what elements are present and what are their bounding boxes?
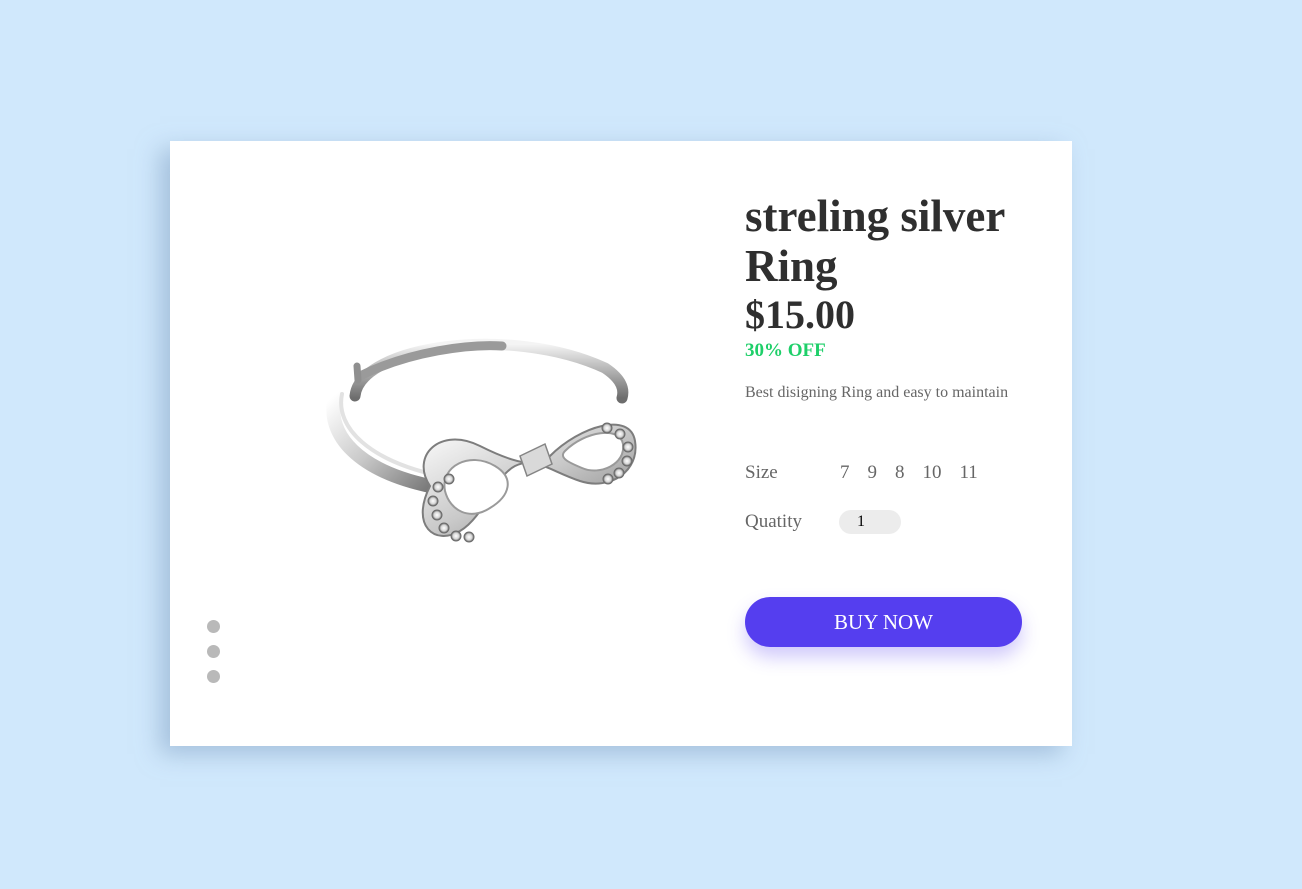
size-option-11[interactable]: 11 (960, 462, 978, 484)
product-card: streling silver Ring $15.00 30% OFF Best… (170, 141, 1072, 746)
carousel-dot[interactable] (207, 620, 220, 633)
silver-ring-icon (326, 338, 637, 543)
discount-badge: 30% OFF (745, 340, 826, 361)
buy-now-button[interactable]: BUY NOW (745, 597, 1022, 647)
quantity-row: Quatity (745, 510, 901, 534)
product-info: streling silver Ring $15.00 30% OFF Best… (745, 191, 1045, 402)
size-option-7[interactable]: 7 (840, 462, 850, 484)
carousel-dot[interactable] (207, 645, 220, 658)
quantity-label: Quatity (745, 511, 802, 532)
size-label: Size (745, 462, 778, 483)
size-option-8[interactable]: 8 (895, 462, 905, 484)
quantity-input[interactable] (839, 510, 901, 534)
size-option-10[interactable]: 10 (923, 462, 942, 484)
size-option-9[interactable]: 9 (868, 462, 878, 484)
product-title: streling silver Ring (745, 191, 1005, 291)
product-price: $15.00 (745, 292, 855, 337)
size-selector: Size 7 9 8 10 11 (745, 462, 996, 484)
carousel-dots (207, 620, 220, 695)
product-description: Best disigning Ring and easy to maintain (745, 384, 1009, 401)
product-image (320, 316, 690, 581)
carousel-dot[interactable] (207, 670, 220, 683)
